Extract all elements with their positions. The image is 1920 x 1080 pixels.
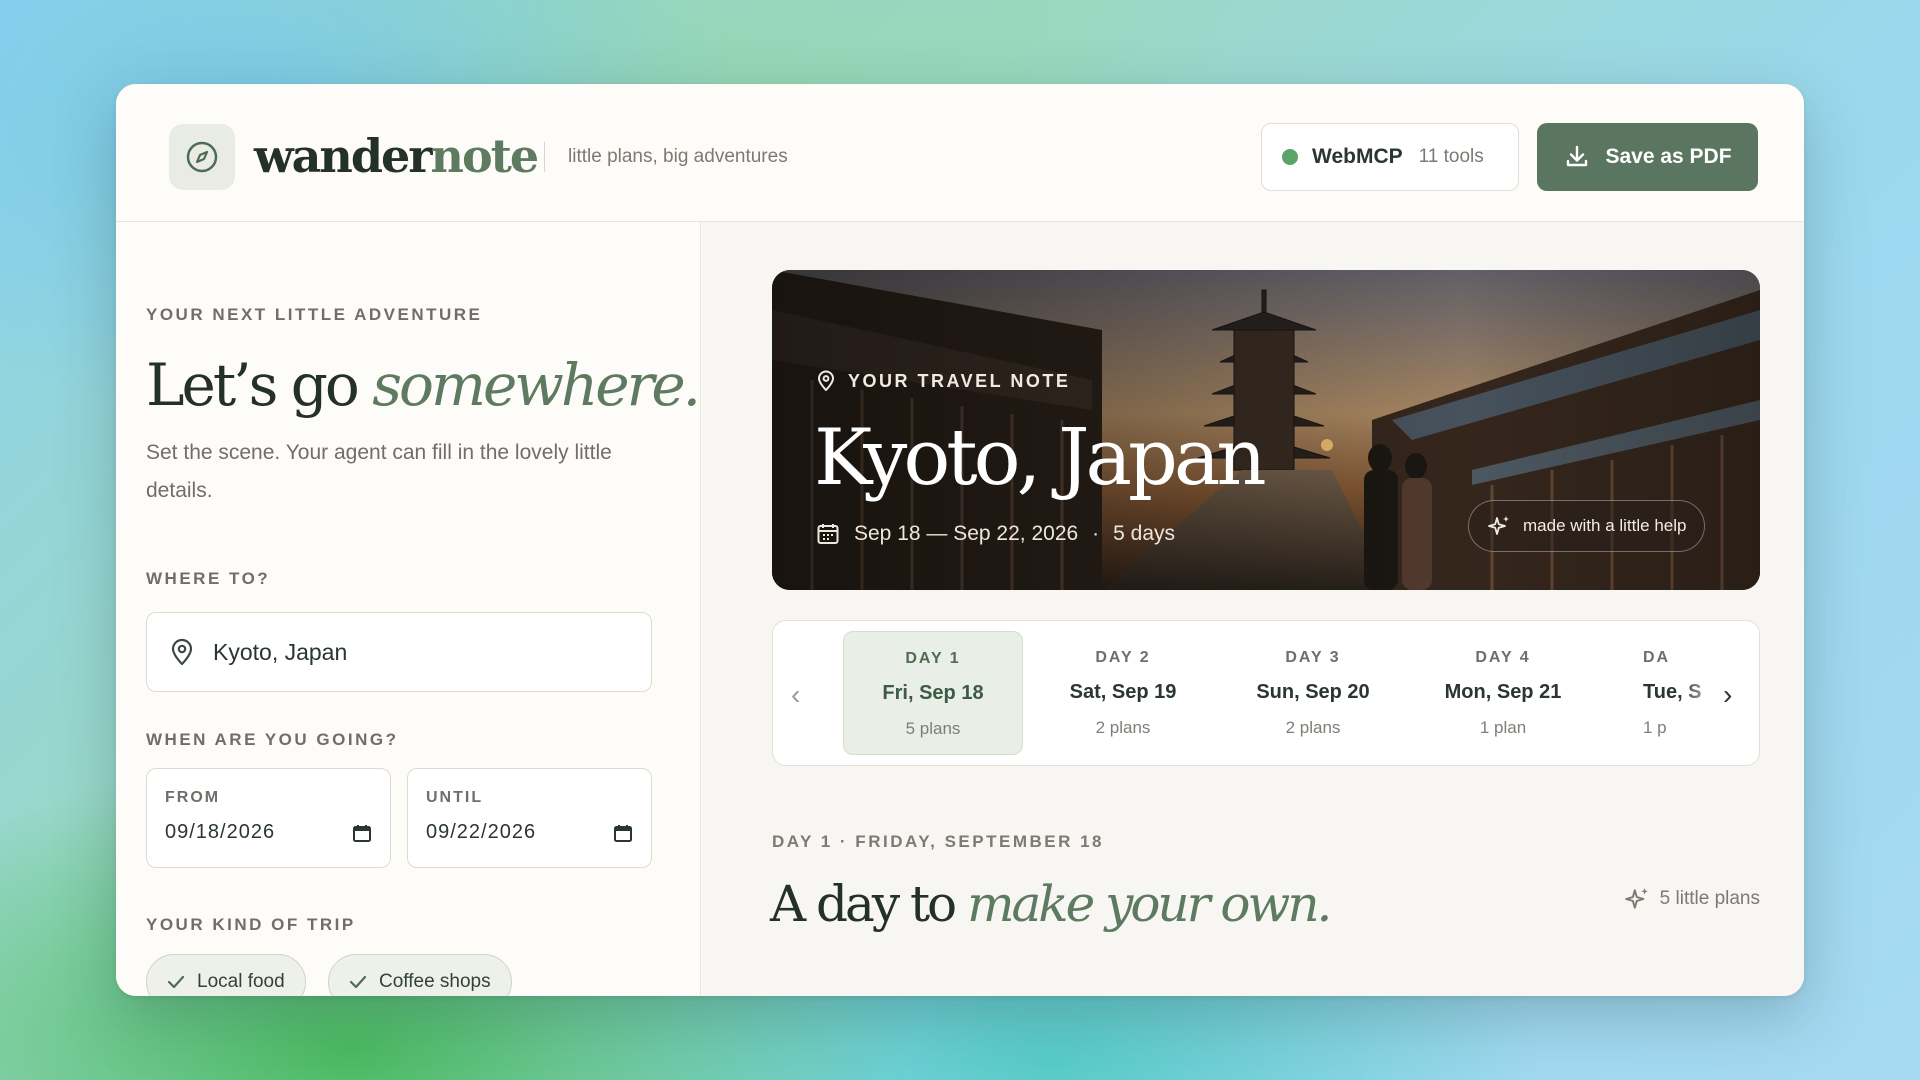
from-date-field[interactable]: FROM 09/18/2026: [146, 768, 391, 868]
day-title-plain: A day to: [770, 875, 968, 933]
location-pin-icon: [818, 370, 834, 391]
sparkles-icon: [1624, 888, 1648, 909]
calendar-icon[interactable]: [352, 823, 372, 843]
day-detail-title: A day to make your own.: [770, 872, 1332, 936]
trip-form-panel: YOUR NEXT LITTLE ADVENTURE Let’s go some…: [116, 222, 701, 996]
panel-eyebrow: YOUR NEXT LITTLE ADVENTURE: [146, 305, 483, 324]
day-tab-plans: 5 plans: [905, 719, 961, 738]
day-tab-label: DAY 2: [1095, 649, 1151, 666]
day-strip-fade: [1679, 621, 1759, 765]
day-title-italic: make your own.: [967, 875, 1332, 933]
travel-note-hero-card: YOUR TRAVEL NOTE Kyoto, Japan Sep 18 — S…: [772, 270, 1760, 590]
trip-kind-label: YOUR KIND OF TRIP: [146, 915, 356, 934]
next-day-chevron-icon[interactable]: ›: [1723, 679, 1732, 711]
plans-count-label: 5 little plans: [1659, 888, 1760, 909]
from-date-value: 09/18/2026: [165, 821, 276, 843]
destination-value: Kyoto, Japan: [213, 638, 348, 665]
save-as-pdf-button[interactable]: Save as PDF: [1537, 123, 1758, 191]
location-pin-icon: [171, 638, 193, 666]
chip-coffee-shops[interactable]: Coffee shops: [328, 954, 512, 996]
compass-icon: [186, 141, 218, 173]
day-tab-label: DAY 4: [1475, 649, 1531, 666]
from-label: FROM: [165, 789, 221, 806]
where-label: WHERE TO?: [146, 569, 271, 588]
brand-primary: wander: [254, 129, 433, 183]
until-date-value: 09/22/2026: [426, 821, 537, 843]
day-tab-3[interactable]: DAY 3 Sun, Sep 20 2 plans: [1223, 631, 1403, 755]
destination-input[interactable]: Kyoto, Japan: [146, 612, 652, 692]
day-selector: ‹ DAY 1 Fri, Sep 18 5 plans DAY 2 Sat, S…: [772, 620, 1760, 766]
panel-title-italic: somewhere.: [372, 351, 701, 419]
day-tab-date: Sun, Sep 20: [1256, 681, 1370, 703]
day-tab-date: Fri, Sep 18: [882, 682, 984, 704]
check-icon: [349, 975, 367, 989]
app-window: wandernote little plans, big adventures …: [116, 84, 1804, 996]
hero-duration: 5 days: [1113, 522, 1176, 545]
brand-divider: [544, 142, 545, 172]
download-icon: [1567, 145, 1588, 167]
logo[interactable]: [169, 124, 235, 190]
hero-dates: Sep 18 — Sep 22, 2026 · 5 days: [816, 522, 1175, 546]
webmcp-label: WebMCP: [1312, 145, 1403, 168]
day-tab-4[interactable]: DAY 4 Mon, Sep 21 1 plan: [1413, 631, 1593, 755]
chip-label: Coffee shops: [379, 971, 491, 992]
until-date-field[interactable]: UNTIL 09/22/2026: [407, 768, 652, 868]
calendar-icon[interactable]: [613, 823, 633, 843]
save-button-label: Save as PDF: [1605, 145, 1732, 168]
until-label: UNTIL: [426, 789, 484, 806]
hero-date-range: Sep 18 — Sep 22, 2026: [854, 522, 1079, 545]
panel-title-plain: Let’s go: [146, 351, 373, 419]
webmcp-status-button[interactable]: WebMCP 11 tools: [1261, 123, 1519, 191]
when-label: WHEN ARE YOU GOING?: [146, 730, 399, 749]
hero-eyebrow: YOUR TRAVEL NOTE: [816, 370, 1070, 392]
chip-local-food[interactable]: Local food: [146, 954, 306, 996]
header: wandernote little plans, big adventures …: [116, 84, 1804, 222]
webmcp-tools-count: 11 tools: [1418, 146, 1484, 167]
day-tab-date: Mon, Sep 21: [1444, 681, 1562, 703]
check-icon: [167, 975, 185, 989]
day-tab-2[interactable]: DAY 2 Sat, Sep 19 2 plans: [1033, 631, 1213, 755]
status-dot-icon: [1282, 149, 1298, 165]
brand-name: wandernote: [254, 128, 540, 184]
help-badge-label: made with a little help: [1523, 516, 1687, 535]
tagline: little plans, big adventures: [568, 146, 788, 167]
hero-destination-title: Kyoto, Japan: [814, 413, 1267, 503]
made-with-help-badge: made with a little help: [1468, 500, 1706, 552]
brand-accent: note: [430, 129, 540, 183]
panel-lead: Set the scene. Your agent can fill in th…: [146, 441, 612, 502]
day-tab-label: DAY 1: [905, 650, 961, 667]
sparkles-icon: [1488, 516, 1509, 535]
hero-eyebrow-label: YOUR TRAVEL NOTE: [848, 370, 1071, 391]
day-tab-date: Sat, Sep 19: [1069, 681, 1177, 703]
day-tab-plans: 2 plans: [1285, 718, 1341, 737]
day-detail-eyebrow: DAY 1 · FRIDAY, SEPTEMBER 18: [772, 832, 1105, 851]
panel-title: Let’s go somewhere.: [146, 350, 701, 420]
day-tab-plans: 1 plan: [1479, 718, 1527, 737]
day-tab-label: DAY 3: [1285, 649, 1341, 666]
calendar-icon: [817, 524, 839, 544]
trip-preview-panel: YOUR TRAVEL NOTE Kyoto, Japan Sep 18 — S…: [702, 222, 1804, 996]
day-tab-plans: 2 plans: [1095, 718, 1151, 737]
prev-day-chevron-icon[interactable]: ‹: [791, 679, 800, 711]
day-tab-1[interactable]: DAY 1 Fri, Sep 18 5 plans: [843, 631, 1023, 755]
plans-count: 5 little plans: [1624, 886, 1760, 912]
chip-label: Local food: [197, 971, 285, 992]
hero-date-separator: ·: [1092, 522, 1100, 545]
